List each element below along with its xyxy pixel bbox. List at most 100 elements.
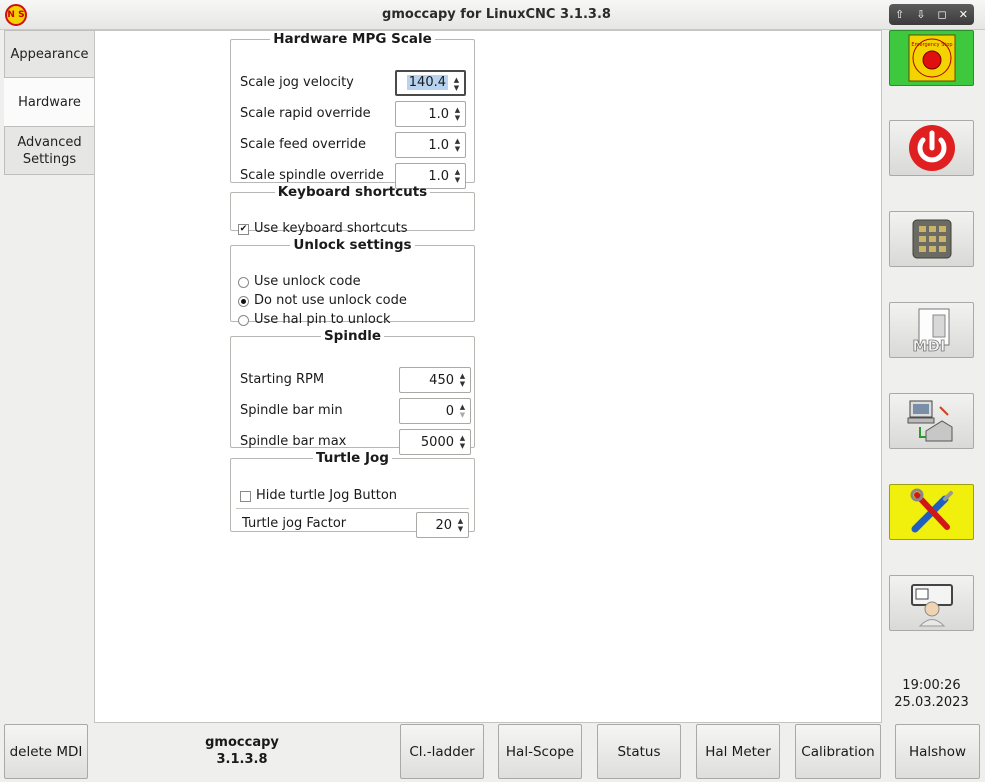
- scale-feed-override-spinner[interactable]: 1.0 ▲ ▼: [395, 132, 466, 158]
- classic-ladder-button[interactable]: Cl.-ladder: [400, 724, 484, 779]
- shade-up-icon[interactable]: ⇧: [891, 8, 909, 21]
- scale-rapid-override-label: Scale rapid override: [240, 106, 371, 121]
- halshow-button[interactable]: Halshow: [895, 724, 980, 779]
- hal-scope-button[interactable]: Hal-Scope: [498, 724, 582, 779]
- scale-jog-velocity-label: Scale jog velocity: [240, 75, 354, 90]
- manual-mode-button[interactable]: [889, 211, 974, 267]
- scale-jog-velocity-value: 140.4: [406, 75, 448, 90]
- spin-up-icon[interactable]: ▲: [453, 107, 462, 114]
- app-info: gmoccapy 3.1.3.8: [190, 734, 294, 768]
- spin-down-icon[interactable]: ▼: [458, 412, 467, 419]
- hide-turtle-jog-label: Hide turtle Jog Button: [256, 488, 398, 503]
- window-controls: ⇧ ⇩ ◻ ✕: [889, 4, 974, 25]
- spin-down-icon[interactable]: ▼: [452, 85, 461, 92]
- use-unlock-code-label: Use unlock code: [254, 274, 361, 289]
- use-unlock-code-radio[interactable]: [238, 277, 249, 288]
- turtle-jog-divider: [236, 508, 469, 509]
- power-icon: [908, 125, 955, 171]
- spindle-bar-min-value: 0: [445, 404, 454, 419]
- mdi-icon: MDI: [912, 308, 949, 355]
- spin-up-icon[interactable]: ▲: [456, 518, 465, 525]
- delete-mdi-button[interactable]: delete MDI: [4, 724, 88, 779]
- mpg-scale-title: Hardware MPG Scale: [273, 31, 432, 47]
- spin-up-icon[interactable]: ▲: [458, 404, 467, 411]
- tab-hardware[interactable]: Hardware: [4, 78, 95, 126]
- starting-rpm-value: 450: [429, 373, 454, 388]
- starting-rpm-row: Starting RPM 450 ▲ ▼: [240, 367, 471, 393]
- app-version: 3.1.3.8: [216, 752, 268, 767]
- tab-advanced-settings[interactable]: Advanced Settings: [4, 126, 95, 175]
- scale-feed-override-row: Scale feed override 1.0 ▲ ▼: [240, 132, 466, 158]
- turtle-jog-group: Turtle Jog Hide turtle Jog Button Turtle…: [230, 450, 475, 538]
- hal-meter-button[interactable]: Hal Meter: [696, 724, 780, 779]
- close-icon[interactable]: ✕: [954, 8, 972, 21]
- spindle-bar-min-row: Spindle bar min 0 ▲ ▼: [240, 398, 471, 424]
- mpg-scale-group: Hardware MPG Scale Scale jog velocity 14…: [230, 31, 475, 189]
- spin-up-icon[interactable]: ▲: [453, 138, 462, 145]
- scale-jog-velocity-spinner[interactable]: 140.4 ▲ ▼: [395, 70, 466, 96]
- spin-down-icon[interactable]: ▼: [458, 443, 467, 450]
- scale-rapid-override-value: 1.0: [428, 107, 449, 122]
- scale-spindle-override-value: 1.0: [428, 169, 449, 184]
- spin-up-icon[interactable]: ▲: [452, 77, 461, 84]
- spin-down-icon[interactable]: ▼: [453, 177, 462, 184]
- use-keyboard-shortcuts-checkbox[interactable]: ✔: [238, 224, 249, 235]
- calibration-button[interactable]: Calibration: [795, 724, 881, 779]
- maximize-icon[interactable]: ◻: [933, 8, 951, 21]
- spin-up-icon[interactable]: ▲: [453, 169, 462, 176]
- auto-program-icon: [907, 400, 952, 442]
- hardware-settings-panel: Hardware MPG Scale Scale jog velocity 14…: [94, 30, 882, 723]
- mdi-mode-button[interactable]: MDI: [889, 302, 974, 358]
- scale-spindle-override-label: Scale spindle override: [240, 168, 384, 183]
- status-button[interactable]: Status: [597, 724, 681, 779]
- tools-icon: [910, 488, 953, 533]
- no-unlock-code-label: Do not use unlock code: [254, 293, 407, 308]
- emergency-stop-button[interactable]: Emergency Stop: [889, 30, 974, 86]
- hide-turtle-jog-checkbox[interactable]: [240, 491, 251, 502]
- scale-feed-override-value: 1.0: [428, 138, 449, 153]
- use-keyboard-shortcuts-label: Use keyboard shortcuts: [254, 221, 408, 236]
- window-title: gmoccapy for LinuxCNC 3.1.3.8: [382, 7, 611, 22]
- emergency-stop-icon: Emergency Stop: [908, 34, 955, 82]
- spindle-bar-max-value: 5000: [420, 435, 454, 450]
- scale-jog-velocity-row: Scale jog velocity 140.4 ▲ ▼: [240, 70, 466, 96]
- app-name: gmoccapy: [205, 735, 279, 750]
- turtle-jog-factor-value: 20: [435, 518, 452, 533]
- user-tabs-icon: [910, 584, 953, 627]
- title-bar: N S gmoccapy for LinuxCNC 3.1.3.8 ⇧ ⇩ ◻ …: [0, 0, 985, 30]
- spin-up-icon[interactable]: ▲: [458, 435, 467, 442]
- mdi-icon-text: MDI: [912, 337, 945, 355]
- spin-down-icon[interactable]: ▼: [453, 146, 462, 153]
- spindle-bar-min-label: Spindle bar min: [240, 403, 343, 418]
- spindle-bar-min-spinner[interactable]: 0 ▲ ▼: [399, 398, 471, 424]
- spin-down-icon[interactable]: ▼: [456, 526, 465, 533]
- spindle-title: Spindle: [323, 328, 382, 344]
- turtle-jog-title: Turtle Jog: [316, 450, 389, 466]
- no-unlock-code-radio[interactable]: [238, 296, 249, 307]
- spin-down-icon[interactable]: ▼: [453, 115, 462, 122]
- jog-keypad-icon: [912, 219, 951, 259]
- unlock-settings-group: Unlock settings Use unlock code Do not u…: [230, 237, 475, 327]
- machine-power-button[interactable]: [889, 120, 974, 176]
- keyboard-shortcuts-title: Keyboard shortcuts: [277, 184, 428, 200]
- spin-up-icon[interactable]: ▲: [458, 373, 467, 380]
- turtle-jog-factor-label: Turtle jog Factor: [242, 516, 347, 531]
- tab-appearance[interactable]: Appearance: [4, 30, 95, 78]
- scale-rapid-override-row: Scale rapid override 1.0 ▲ ▼: [240, 101, 466, 127]
- emergency-stop-text: Emergency Stop: [911, 42, 952, 48]
- hal-pin-unlock-radio[interactable]: [238, 315, 249, 326]
- hal-pin-unlock-label: Use hal pin to unlock: [254, 312, 391, 327]
- clock-time: 19:00:26: [902, 678, 961, 693]
- auto-mode-button[interactable]: [889, 393, 974, 449]
- turtle-jog-factor-spinner[interactable]: 20 ▲ ▼: [416, 512, 469, 538]
- user-tabs-button[interactable]: [889, 575, 974, 631]
- shade-down-icon[interactable]: ⇩: [912, 8, 930, 21]
- settings-mode-button[interactable]: [889, 484, 974, 540]
- scale-feed-override-label: Scale feed override: [240, 137, 367, 152]
- spin-down-icon[interactable]: ▼: [458, 381, 467, 388]
- spindle-bar-max-label: Spindle bar max: [240, 434, 347, 449]
- starting-rpm-spinner[interactable]: 450 ▲ ▼: [399, 367, 471, 393]
- keyboard-shortcuts-group: Keyboard shortcuts ✔ Use keyboard shortc…: [230, 184, 475, 236]
- scale-rapid-override-spinner[interactable]: 1.0 ▲ ▼: [395, 101, 466, 127]
- clock-date: 25.03.2023: [894, 695, 969, 710]
